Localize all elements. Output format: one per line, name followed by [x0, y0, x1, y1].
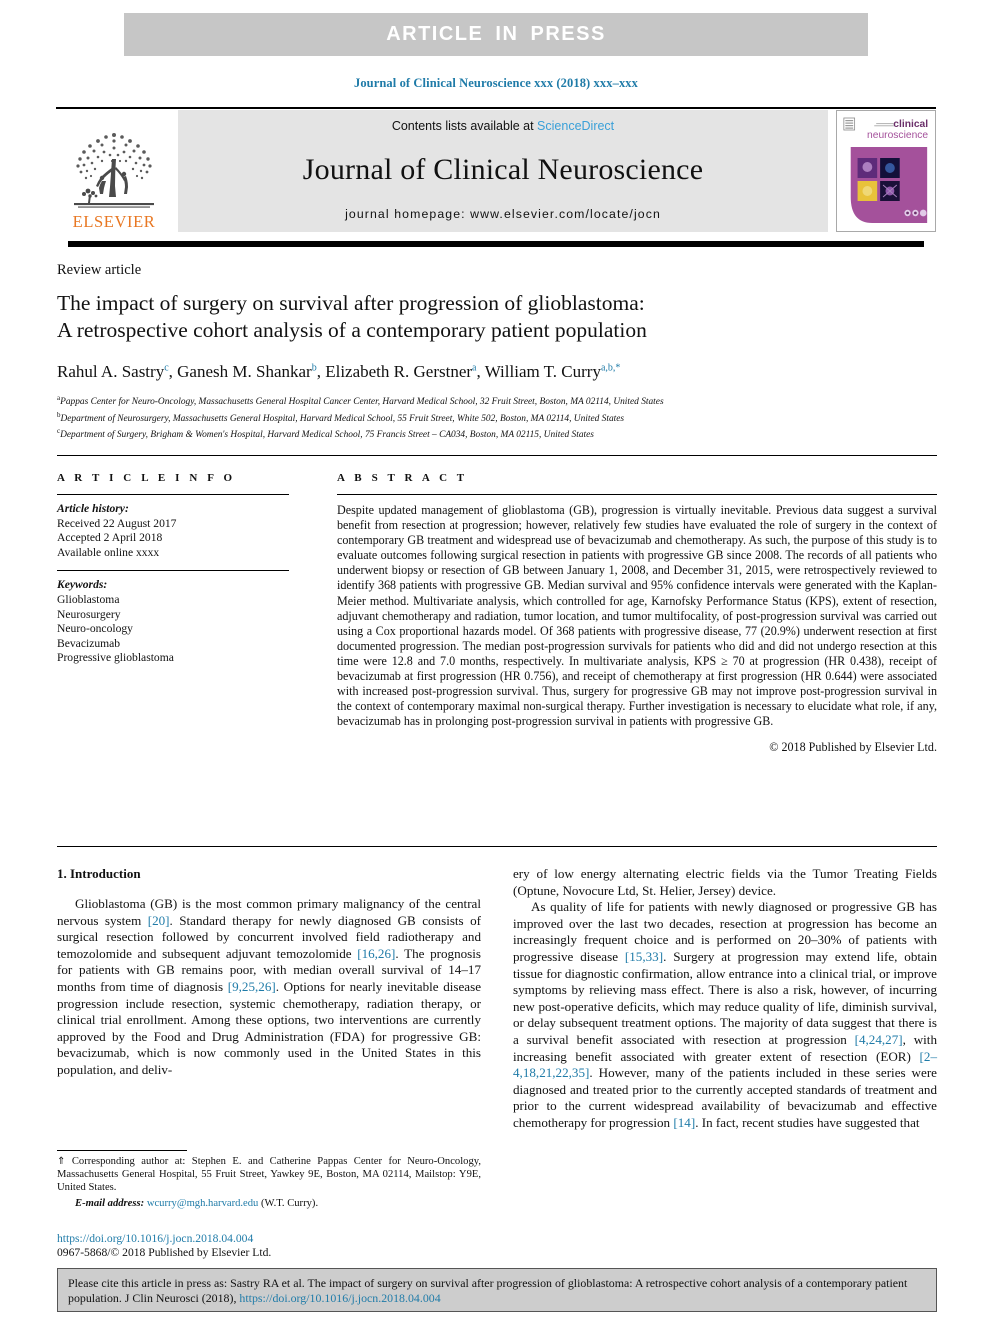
elsevier-wordmark: ELSEVIER — [72, 211, 156, 231]
intro-paragraph-2: As quality of life for patients with new… — [513, 899, 937, 1131]
article-in-press-label: ARTICLE IN PRESS — [386, 23, 606, 45]
abstract-section: A B S T R A C T Despite updated manageme… — [337, 472, 937, 755]
keyword-item: Neurosurgery — [57, 607, 121, 621]
paper-title-line1: The impact of surgery on survival after … — [57, 291, 645, 315]
intro-paragraph-1-continued: ery of low energy alternating electric f… — [513, 866, 937, 898]
svg-text:neuroscience: neuroscience — [867, 130, 928, 141]
keyword-item: Glioblastoma — [57, 592, 120, 606]
issn-copyright-line: 0967-5868/© 2018 Published by Elsevier L… — [57, 1246, 272, 1259]
article-info-heading: A R T I C L E I N F O — [57, 472, 236, 484]
masthead-top-rule — [56, 107, 936, 109]
body-column-right: ery of low energy alternating electric f… — [513, 866, 937, 1132]
author-name: William T. Curry — [484, 362, 601, 381]
corresponding-author-footnote: ⇑ Corresponding author at: Stephen E. an… — [57, 1155, 481, 1210]
keyword-item: Neuro-oncology — [57, 622, 133, 636]
author-name: Rahul A. Sastry — [57, 362, 165, 381]
masthead-center: Contents lists available at ScienceDirec… — [178, 110, 828, 232]
page-title: The impact of surgery on survival after … — [57, 290, 937, 344]
citation-ref[interactable]: [20] — [148, 913, 170, 928]
author-affiliation-marker: a,b,* — [600, 362, 621, 374]
author-affiliation-marker: b — [311, 362, 317, 374]
keyword-item: Progressive glioblastoma — [57, 651, 174, 665]
email-owner: (W.T. Curry). — [261, 1197, 319, 1209]
affiliation-item: aPappas Center for Neuro-Oncology, Massa… — [57, 392, 937, 409]
body-top-rule — [57, 846, 937, 847]
sciencedirect-link[interactable]: ScienceDirect — [537, 119, 614, 133]
contents-prefix: Contents lists available at — [391, 119, 538, 133]
running-head: Journal of Clinical Neuroscience xxx (20… — [353, 76, 638, 90]
keyword-item: Bevacizumab — [57, 636, 121, 650]
affiliation-text: Department of Surgery, Brigham & Women's… — [60, 430, 594, 441]
keywords-rule — [57, 570, 289, 572]
email-link[interactable]: wcurry@mgh.harvard.edu — [147, 1198, 259, 1209]
intro-text: . In fact, recent studies have suggested… — [695, 1114, 920, 1130]
article-in-press-banner: ARTICLE IN PRESS — [124, 13, 868, 56]
doi-link[interactable]: https://doi.org/10.1016/j.jocn.2018.04.0… — [57, 1232, 481, 1246]
citation-ref[interactable]: [14] — [673, 1115, 695, 1130]
journal-homepage-line[interactable]: journal homepage: www.elsevier.com/locat… — [345, 207, 661, 221]
author-name: Ganesh M. Shankar — [177, 362, 312, 381]
email-line: E-mail address: wcurry@mgh.harvard.edu (… — [57, 1197, 481, 1210]
journal-title: Journal of Clinical Neuroscience — [302, 153, 704, 186]
journal-masthead: ELSEVIER Contents lists available at Sci… — [56, 110, 936, 232]
article-history-label: Article history: — [57, 502, 129, 515]
abstract-copyright: © 2018 Published by Elsevier Ltd. — [769, 740, 937, 755]
journal-cover-thumbnail: clinical neuroscience — [836, 110, 936, 232]
abstract-heading: A B S T R A C T — [337, 472, 468, 484]
affiliation-item: cDepartment of Surgery, Brigham & Women'… — [57, 425, 937, 442]
article-history-block: Article history: Received 22 August 2017… — [57, 502, 289, 560]
cite-this-article-box: Please cite this article in press as: Sa… — [57, 1268, 937, 1312]
doi-block: https://doi.org/10.1016/j.jocn.2018.04.0… — [57, 1232, 481, 1260]
intro-paragraph-1: Glioblastoma (GB) is the most common pri… — [57, 896, 481, 1079]
section-heading-introduction: 1. Introduction — [57, 866, 141, 881]
info-abstract-top-rule — [57, 455, 937, 456]
section-divider-thick — [68, 241, 924, 247]
body-column-left: 1. Introduction Glioblastoma (GB) is the… — [57, 866, 481, 1079]
email-label: E-mail address: — [75, 1197, 145, 1209]
keywords-label: Keywords: — [57, 578, 108, 592]
cite-doi-link[interactable]: https://doi.org/10.1016/j.jocn.2018.04.0… — [239, 1291, 440, 1305]
affiliation-list: aPappas Center for Neuro-Oncology, Massa… — [57, 392, 937, 442]
paper-title-line2: A retrospective cohort analysis of a con… — [57, 318, 647, 342]
article-history-item: Accepted 2 April 2018 — [57, 531, 163, 545]
citation-ref[interactable]: [16,26] — [357, 946, 395, 961]
elsevier-logo: ELSEVIER — [56, 110, 172, 232]
cite-text: Please cite this article in press as: Sa… — [68, 1276, 908, 1306]
article-info-section: A R T I C L E I N F O Article history: R… — [57, 472, 289, 666]
article-history-item: Available online xxxx — [57, 545, 160, 559]
article-type-label: Review article — [57, 262, 142, 278]
author-list: Rahul A. Sastryc, Ganesh M. Shankarb, El… — [57, 362, 621, 381]
citation-ref[interactable]: [9,25,26] — [228, 979, 276, 994]
author-name: Elizabeth R. Gerstner — [325, 362, 473, 381]
journal-cover-art-icon: clinical neuroscience — [837, 111, 935, 231]
footnote-rule — [57, 1150, 187, 1151]
article-info-rule — [57, 494, 289, 495]
affiliation-text: Pappas Center for Neuro-Oncology, Massac… — [60, 397, 664, 408]
affiliation-item: bDepartment of Neurosurgery, Massachuset… — [57, 409, 937, 426]
corresponding-author-text: Corresponding author at: Stephen E. and … — [57, 1156, 481, 1194]
citation-ref[interactable]: [4,24,27] — [855, 1032, 903, 1047]
affiliation-text: Department of Neurosurgery, Massachusett… — [60, 413, 625, 424]
citation-ref[interactable]: [15,33] — [625, 949, 663, 964]
elsevier-tree-icon — [74, 132, 154, 208]
contents-lists-line: Contents lists available at ScienceDirec… — [392, 119, 614, 133]
abstract-rule — [337, 494, 937, 495]
abstract-text: Despite updated management of glioblasto… — [337, 503, 937, 729]
article-history-item: Received 22 August 2017 — [57, 516, 177, 530]
author-affiliation-marker: a — [472, 362, 477, 374]
keywords-block: Keywords: Glioblastoma Neurosurgery Neur… — [57, 578, 289, 666]
svg-text:clinical: clinical — [893, 119, 928, 130]
author-affiliation-marker: c — [164, 362, 169, 374]
